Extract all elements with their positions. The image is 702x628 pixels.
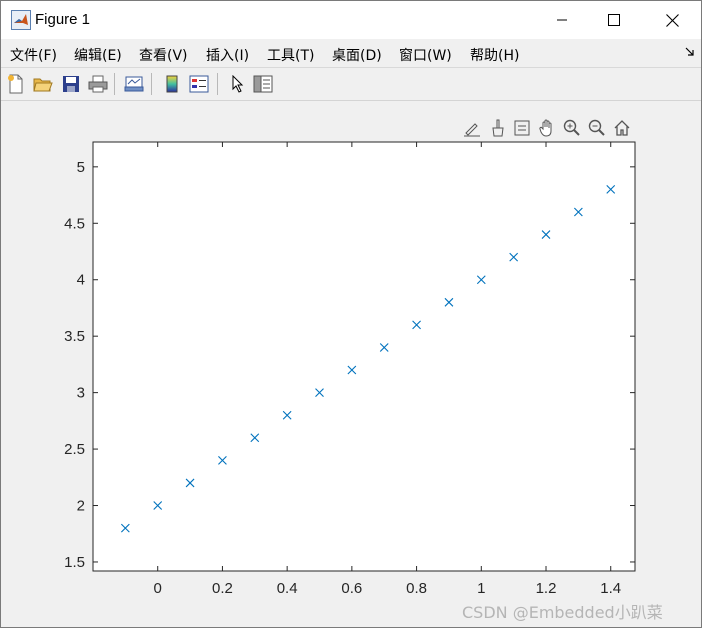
x-tick-label: 1 [477,580,485,597]
y-tick-label: 2.5 [64,441,85,458]
x-tick-label: 0 [154,580,162,597]
plot-canvas[interactable]: 0 0.2 0.4 0.6 0.8 1 1.2 1.4 1.5 2 2.5 3 3.5 4 4.5 5 [1,1,701,627]
watermark-text: CSDN @Embedded小趴菜 [462,603,663,622]
axes-area[interactable] [92,141,636,572]
y-tick-label: 4.5 [64,215,85,232]
x-tick-label: 0.2 [212,580,233,597]
x-tick-label: 0.6 [341,580,362,597]
y-tick-label: 3.5 [64,328,85,345]
x-tick-label: 0.4 [277,580,298,597]
x-tick-label: 1.4 [600,580,621,597]
y-tick-label: 5 [77,159,85,176]
y-tick-label: 3 [77,385,85,402]
y-tick-label: 4 [77,272,85,289]
x-tick-label: 1.2 [536,580,557,597]
x-tick-label: 0.8 [406,580,427,597]
y-tick-label: 2 [77,498,85,515]
figure-window: Figure 1 文件(F) 编辑(E) 查看(V) 插入(I) 工具(T) 桌… [0,0,702,628]
y-tick-label: 1.5 [64,554,85,571]
